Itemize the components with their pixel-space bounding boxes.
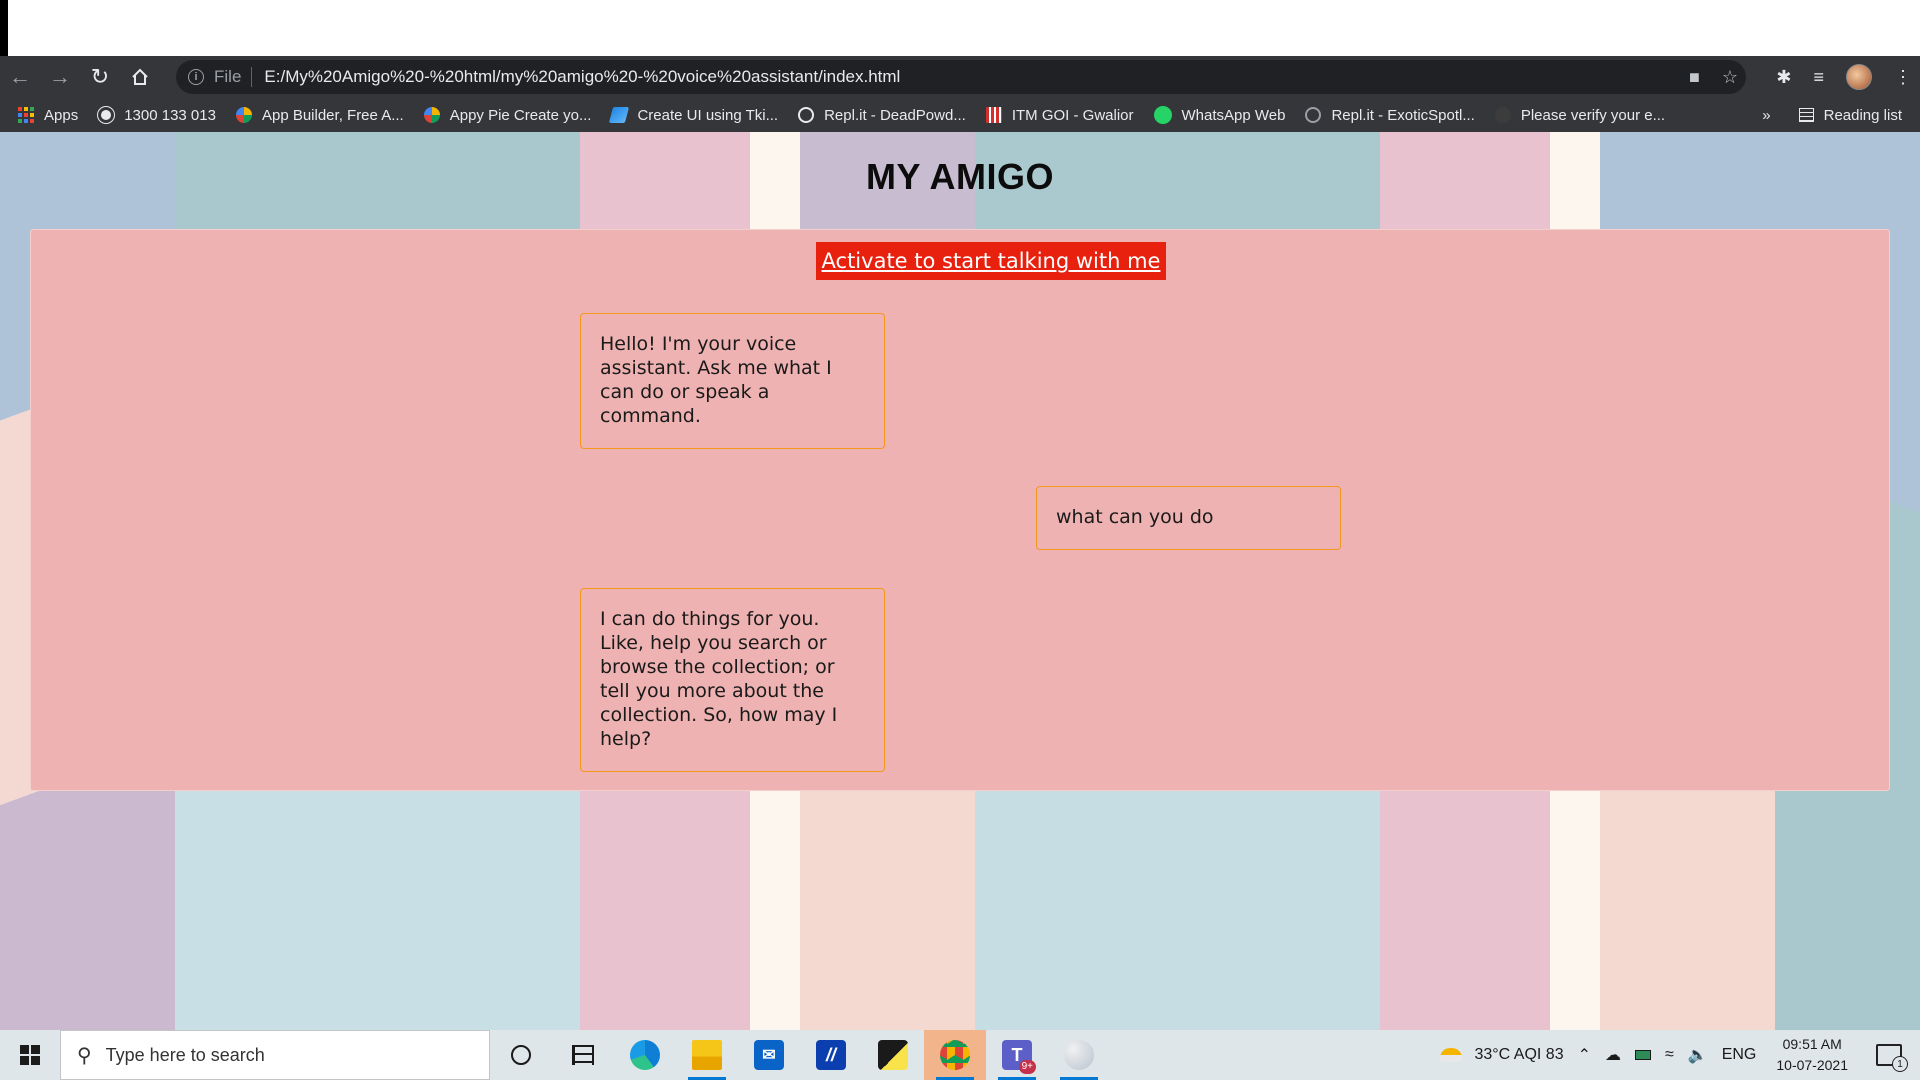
page-viewport: MY AMIGO Activate to start talking with … — [0, 132, 1920, 1030]
bookmark-item[interactable]: WhatsApp Web — [1153, 106, 1285, 124]
windows-logo-icon — [20, 1045, 40, 1065]
taskbar-search-input[interactable]: ⚲ Type here to search — [60, 1030, 490, 1080]
notification-count: 1 — [1892, 1056, 1908, 1072]
assistant-message: Hello! I'm your voice assistant. Ask me … — [580, 313, 885, 449]
home-icon[interactable] — [120, 59, 160, 95]
message-text: what can you do — [1056, 506, 1214, 528]
bookmark-item[interactable]: 1300 133 013 — [97, 106, 216, 124]
sticky-notes-icon[interactable] — [862, 1030, 924, 1080]
bookmark-star-icon[interactable]: ☆ — [1722, 67, 1738, 88]
search-placeholder: Type here to search — [105, 1044, 265, 1065]
wifi-icon[interactable]: ≈ — [1665, 1046, 1674, 1064]
itm-icon — [985, 107, 1002, 123]
profile-avatar[interactable] — [1846, 64, 1872, 90]
tkinter-icon — [609, 107, 630, 123]
chrome-icon[interactable] — [924, 1030, 986, 1080]
search-icon: ⚲ — [77, 1044, 92, 1067]
battery-icon[interactable] — [1635, 1050, 1651, 1060]
app-launcher-icon[interactable]: // — [800, 1030, 862, 1080]
bookmark-item[interactable]: Repl.it - ExoticSpotl... — [1305, 107, 1475, 124]
replit-icon — [1305, 107, 1322, 123]
browser-toolbar: ← → ↻ i File E:/My%20Amigo%20-%20html/my… — [0, 56, 1920, 98]
weather-text: 33°C AQI 83 — [1474, 1046, 1564, 1063]
message-text: Hello! I'm your voice assistant. Ask me … — [600, 333, 832, 427]
reading-list-icon — [1798, 108, 1814, 122]
bookmark-item[interactable]: Please verify your e... — [1494, 107, 1665, 124]
window-top-strip — [0, 0, 1920, 56]
task-view-icon[interactable] — [552, 1030, 614, 1080]
page-title: MY AMIGO — [865, 156, 1054, 197]
clock-date: 10-07-2021 — [1776, 1057, 1848, 1073]
assistant-message: I can do things for you. Like, help you … — [580, 588, 885, 772]
edge-browser-icon[interactable] — [614, 1030, 676, 1080]
language-indicator[interactable]: ENG — [1722, 1046, 1757, 1064]
more-bookmarks-chevron-icon[interactable]: » — [1762, 107, 1770, 124]
notifications-icon[interactable]: 1 — [1876, 1044, 1908, 1072]
github-icon — [1494, 107, 1511, 123]
bookmarks-bar: Apps 1300 133 013 App Builder, Free A...… — [0, 98, 1920, 132]
bookmark-item[interactable]: ITM GOI - Gwalior — [985, 107, 1134, 124]
back-arrow-icon[interactable]: ← — [0, 59, 40, 95]
message-text: I can do things for you. Like, help you … — [600, 608, 838, 750]
volume-icon[interactable]: 🔈 — [1688, 1045, 1708, 1065]
menu-kebab-icon[interactable]: ⋮ — [1894, 67, 1912, 88]
appypie-icon — [235, 107, 252, 123]
onedrive-cloud-icon[interactable]: ☁ — [1605, 1045, 1621, 1065]
bookmark-item[interactable]: Create UI using Tki... — [609, 107, 778, 124]
clock[interactable]: 09:51 AM 10-07-2021 — [1776, 1034, 1848, 1076]
file-scheme-label: File — [214, 67, 253, 87]
teams-icon[interactable]: T 9+ — [986, 1030, 1048, 1080]
start-button[interactable] — [0, 1030, 60, 1080]
activate-button[interactable]: Activate to start talking with me — [816, 242, 1166, 280]
bookmark-item[interactable]: Appy Pie Create yo... — [423, 107, 591, 124]
system-tray: 33°C AQI 83 ⌃ ☁ ≈ 🔈 ENG 09:51 AM 10-07-2… — [1440, 1030, 1920, 1080]
chat-panel: Activate to start talking with me Hello!… — [30, 229, 1890, 791]
replit-icon — [798, 107, 815, 123]
file-explorer-icon[interactable] — [676, 1030, 738, 1080]
url-text[interactable]: E:/My%20Amigo%20-%20html/my%20amigo%20-%… — [264, 67, 900, 87]
address-bar[interactable]: i File E:/My%20Amigo%20-%20html/my%20ami… — [176, 60, 1746, 94]
teams-badge: 9+ — [1018, 1060, 1036, 1074]
bookmark-item[interactable]: App Builder, Free A... — [235, 107, 404, 124]
info-icon[interactable]: i — [188, 69, 204, 85]
paint-icon[interactable] — [1048, 1030, 1110, 1080]
bookmark-apps[interactable]: Apps — [18, 107, 78, 124]
windows-taskbar: ⚲ Type here to search ✉ // T 9+ 33°C AQI… — [0, 1030, 1920, 1080]
whatsapp-icon — [1153, 106, 1172, 124]
appypie-icon — [423, 107, 440, 123]
user-message: what can you do — [1036, 486, 1341, 550]
camera-icon[interactable]: ■ — [1689, 67, 1700, 88]
media-control-icon[interactable]: ≡ — [1813, 67, 1824, 88]
apps-grid-icon — [18, 107, 34, 123]
reload-icon[interactable]: ↻ — [80, 59, 120, 95]
mail-icon[interactable]: ✉ — [738, 1030, 800, 1080]
weather-widget[interactable]: 33°C AQI 83 — [1440, 1046, 1564, 1064]
reading-list-button[interactable]: Reading list — [1798, 107, 1902, 124]
weather-sun-icon — [1440, 1048, 1463, 1062]
window-edge — [0, 0, 8, 56]
bookmark-item[interactable]: Repl.it - DeadPowd... — [798, 107, 966, 124]
globe-icon — [97, 106, 116, 124]
extensions-puzzle-icon[interactable]: ✱ — [1776, 67, 1791, 88]
cortana-icon[interactable] — [490, 1030, 552, 1080]
forward-arrow-icon[interactable]: → — [40, 59, 80, 95]
clock-time: 09:51 AM — [1782, 1036, 1842, 1052]
show-hidden-icons-chevron-icon[interactable]: ⌃ — [1578, 1045, 1591, 1065]
